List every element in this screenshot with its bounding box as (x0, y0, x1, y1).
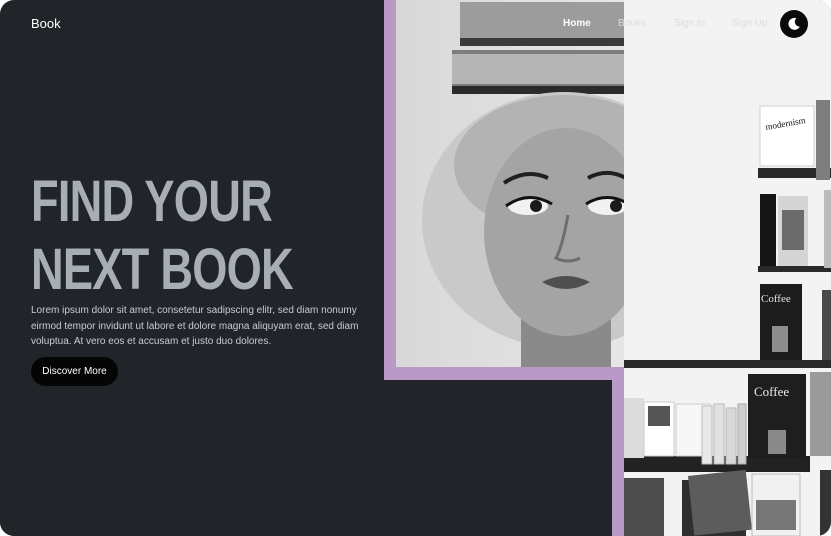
nav-sign-in[interactable]: Sign In (674, 18, 705, 29)
hero-title-line-2: NEXT BOOK (31, 237, 294, 302)
moon-icon (788, 17, 800, 30)
bookshelf-photo: modernism Coffee Coffee (624, 0, 831, 536)
theme-toggle-button[interactable] (780, 10, 808, 38)
book-title-coffee-1: Coffee (761, 293, 791, 305)
nav-sign-up[interactable]: Sign Up (732, 18, 768, 29)
nav-home[interactable]: Home (563, 18, 591, 29)
discover-more-button[interactable]: Discover More (31, 357, 118, 386)
hero-title: FIND YOUR NEXT BOOK (31, 168, 294, 304)
book-title-coffee-2: Coffee (754, 384, 789, 399)
nav-books[interactable]: Books (618, 18, 646, 29)
brand-logo[interactable]: Book (31, 16, 61, 31)
bookshelf-image: modernism Coffee Coffee (624, 0, 831, 536)
accent-strip (612, 366, 624, 536)
landing-page: modernism Coffee Coffee Book Home Books … (0, 0, 831, 536)
lower-dark-panel (0, 380, 612, 536)
hero-title-line-1: FIND YOUR (31, 169, 273, 234)
hero-description: Lorem ipsum dolor sit amet, consetetur s… (31, 305, 359, 347)
